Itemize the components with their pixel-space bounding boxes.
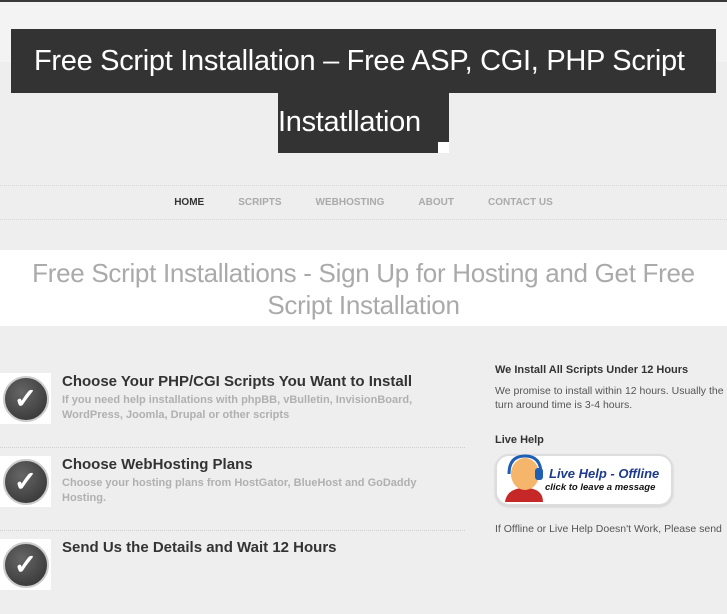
sidebar-heading-install: We Install All Scripts Under 12 Hours xyxy=(495,364,689,376)
list-item: ✓ Choose Your PHP/CGI Scripts You Want t… xyxy=(0,365,465,448)
nav-home[interactable]: HOME xyxy=(174,197,204,208)
list-item: ✓ Send Us the Details and Wait 12 Hours xyxy=(0,531,465,614)
nav-about[interactable]: ABOUT xyxy=(418,197,454,208)
live-help-status: Live Help - Offline xyxy=(549,466,660,481)
sidebar-install-text: We promise to install within 12 hours. U… xyxy=(495,385,724,411)
sidebar-offline-text: If Offline or Live Help Doesn't Work, Pl… xyxy=(495,523,722,535)
sidebar-heading-live-help: Live Help xyxy=(495,434,544,446)
banner-line2: Script Installation xyxy=(267,290,460,320)
checkmark-icon: ✓ xyxy=(0,373,51,424)
step-title: Send Us the Details and Wait 12 Hours xyxy=(62,539,337,556)
nav-contact-us[interactable]: CONTACT US xyxy=(488,197,553,208)
main-nav: HOME SCRIPTS WEBHOSTING ABOUT CONTACT US xyxy=(0,185,727,220)
live-help-button[interactable]: Live Help - Offline click to leave a mes… xyxy=(495,454,673,506)
nav-webhosting[interactable]: WEBHOSTING xyxy=(316,197,385,208)
page-banner: Free Script Installations - Sign Up for … xyxy=(0,250,727,326)
step-title: Choose Your PHP/CGI Scripts You Want to … xyxy=(62,373,413,390)
support-agent-icon xyxy=(505,454,543,502)
steps-list: ✓ Choose Your PHP/CGI Scripts You Want t… xyxy=(0,365,465,614)
list-item: ✓ Choose WebHosting Plans Choose your ho… xyxy=(0,448,465,531)
step-desc: Choose your hosting plans from HostGator… xyxy=(62,477,417,504)
step-desc: If you need help installations with phpB… xyxy=(62,394,413,421)
step-title: Choose WebHosting Plans xyxy=(62,456,253,473)
nav-scripts[interactable]: SCRIPTS xyxy=(238,197,281,208)
site-title-line2[interactable]: Instatllation xyxy=(278,92,449,153)
title-corner-decoration xyxy=(438,142,449,153)
checkmark-icon: ✓ xyxy=(0,539,51,590)
live-help-subtitle: click to leave a message xyxy=(545,482,656,493)
sidebar: We Install All Scripts Under 12 Hours We… xyxy=(495,364,725,536)
checkmark-icon: ✓ xyxy=(0,456,51,507)
banner-line1: Free Script Installations - Sign Up for … xyxy=(32,258,695,288)
site-title[interactable]: Free Script Installation – Free ASP, CGI… xyxy=(11,29,716,93)
